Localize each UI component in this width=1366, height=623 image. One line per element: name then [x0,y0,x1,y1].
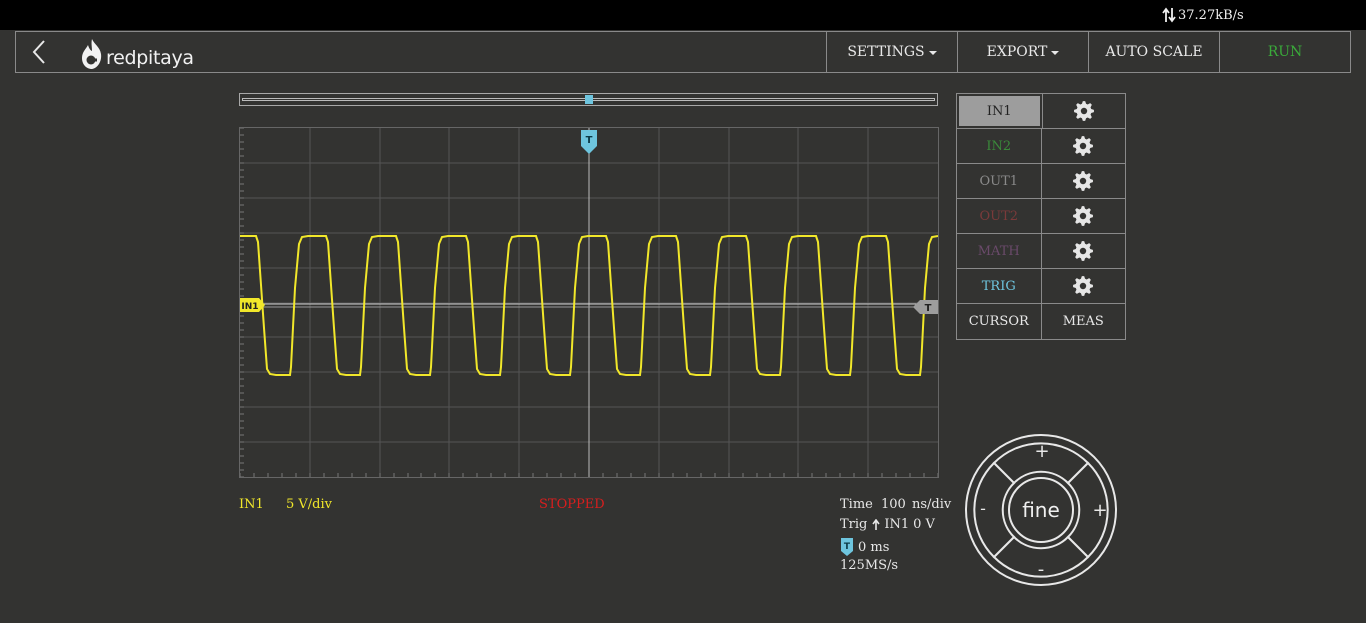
caret-down-icon [1051,51,1060,55]
channel-readout-label: IN1 [239,497,264,512]
status-bar: 37.27kB/s [0,0,1366,30]
level-marker-label: T [925,303,932,314]
trig-source: IN1 [884,517,910,532]
chevron-left-icon [32,40,45,64]
top-navbar: redpitaya SETTINGS EXPORT AUTO SCALE RUN [15,31,1351,73]
channel-row-in1: IN1 [957,94,1125,129]
trigger-level-marker[interactable]: T [913,300,938,314]
channel-row-trig: TRIG [957,269,1125,304]
oscilloscope-plot[interactable]: T IN1 T [239,127,939,478]
data-rate: 37.27kB/s [1162,7,1244,23]
flame-logo-icon [82,39,102,69]
gear-icon [1073,276,1094,296]
transfer-arrows-icon [1162,7,1176,23]
auto-scale-button[interactable]: AUTO SCALE [1088,32,1219,72]
trigger-readout: Trig IN1 0 V [840,517,935,532]
channel-out2-button[interactable]: OUT2 [957,199,1042,233]
trig-level: 0 V [913,517,935,532]
timeline-position-marker[interactable] [585,95,593,104]
channel-row-math: MATH [957,234,1125,269]
time-label: Time [840,497,873,512]
channel-in2-button[interactable]: IN2 [957,129,1042,163]
time-unit: ns/div [911,497,952,512]
data-rate-value: 37.27kB/s [1178,7,1244,23]
logo: redpitaya [80,38,194,70]
time-value: 100 [881,497,906,512]
caret-down-icon [928,51,937,55]
settings-label: SETTINGS [847,44,925,60]
rising-edge-arrow-icon [872,518,881,530]
trigger-delay-readout: T 0 ms [840,537,889,557]
tools-row: CURSOR MEAS [957,304,1125,339]
trigger-marker-icon: T [841,538,853,556]
channel-out1-settings[interactable] [1042,164,1126,198]
sample-rate: 125MS/s [840,558,899,573]
channel-in2-settings[interactable] [1042,129,1126,163]
trig-marker-glyph: T [844,542,851,552]
dial-bottom-label: - [1038,559,1045,580]
trig-label: Trig [840,517,868,532]
fine-adjust-dial: fine + - - + [964,433,1118,587]
channel-scale: 5 V/div [286,497,332,512]
auto-scale-label: AUTO SCALE [1105,44,1203,60]
gear-icon [1073,206,1094,226]
gear-icon [1073,241,1094,261]
settings-menu-button[interactable]: SETTINGS [826,32,957,72]
channel-out2-settings[interactable] [1042,199,1126,233]
gear-icon [1073,101,1094,121]
channel-math-settings[interactable] [1042,234,1126,268]
trigger-settings[interactable] [1042,269,1126,303]
channel-in1-button[interactable]: IN1 [959,96,1040,126]
gear-icon [1073,136,1094,156]
channel-row-out1: OUT1 [957,164,1125,199]
gear-icon [1073,171,1094,191]
dial-top-label: + [1034,441,1049,462]
meas-button[interactable]: MEAS [1042,304,1126,339]
dial-center-label: fine [1022,498,1060,522]
time-readout: Time 100 ns/div [840,497,951,512]
channel-panel: IN1 IN2 OUT1 OUT2 MATH TRIG CURSOR MEAS [956,93,1126,340]
run-label: RUN [1267,44,1303,60]
channel-math-button[interactable]: MATH [957,234,1042,268]
channel-out1-button[interactable]: OUT1 [957,164,1042,198]
dial-left-label: - [980,499,986,518]
trigger-time-marker[interactable]: T [581,130,597,154]
channel-in1-settings[interactable] [1041,94,1126,128]
export-menu-button[interactable]: EXPORT [957,32,1088,72]
back-button[interactable] [26,38,54,66]
trig-delay: 0 ms [858,539,890,555]
dial-right-label: + [1092,500,1107,521]
trigger-button[interactable]: TRIG [957,269,1042,303]
trigger-marker-label: T [586,135,593,146]
logo-text: redpitaya [106,47,194,69]
in1-marker-label: IN1 [241,302,258,312]
acquisition-state: STOPPED [539,497,605,512]
cursor-button[interactable]: CURSOR [957,304,1042,339]
channel-row-out2: OUT2 [957,199,1125,234]
run-button[interactable]: RUN [1219,32,1350,72]
export-label: EXPORT [986,44,1048,60]
plot-canvas: T IN1 T [240,128,938,477]
channel-row-in2: IN2 [957,129,1125,164]
buffer-timeline[interactable] [239,93,938,106]
